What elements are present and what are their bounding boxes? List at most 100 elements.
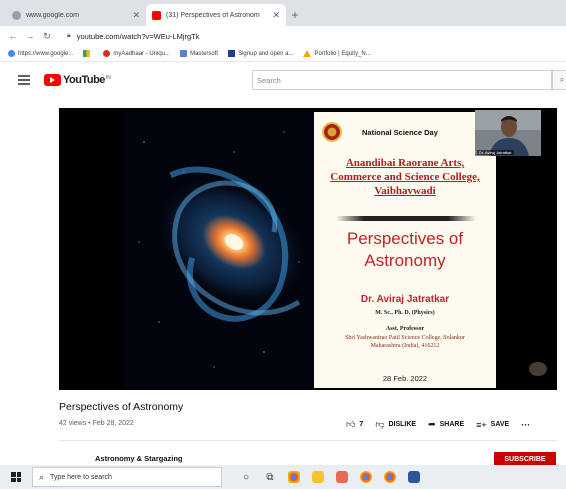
bookmark-apps[interactable] — [83, 50, 93, 57]
speaker-camera-feed: Dr. Aviraj Jatratkar — [475, 110, 541, 156]
college-emblem-icon — [322, 122, 342, 142]
search-icon: ⌕ — [39, 471, 45, 482]
tab-title: (31) Perspectives of Astronom — [166, 11, 260, 19]
share-label: SHARE — [439, 421, 465, 428]
galaxy-illustration — [124, 112, 314, 388]
apps-icon — [83, 50, 91, 57]
portfolio-icon — [303, 50, 312, 57]
college-name: Anandibai Raorane Arts, Commerce and Sci… — [314, 156, 496, 198]
word-icon[interactable] — [402, 467, 426, 487]
bookmark-label: Signup and open a... — [238, 50, 294, 57]
video-actions: 👍︎ 7 👎︎ DISLIKE ➦ SHARE ≡+ SAVE ··· — [346, 419, 530, 430]
mastersoft-icon — [180, 50, 188, 57]
windows-taskbar: ⌕ Type here to search ○ ⧉ — [0, 465, 566, 489]
aadhaar-icon — [103, 50, 111, 57]
slide-divider — [336, 216, 476, 221]
bookmark-label: Portfolio | Equity_N... — [314, 50, 371, 57]
taskbar-search-placeholder: Type here to search — [50, 473, 112, 481]
dislike-button[interactable]: 👎︎ DISLIKE — [375, 419, 416, 430]
youtube-wordmark: YouTube — [63, 74, 105, 86]
speaker-name: Dr. Aviraj Jatratkar — [360, 294, 450, 305]
bookmark-label: myAadhaar - Uniqu... — [113, 50, 171, 57]
search-button[interactable]: ⌕ — [552, 70, 566, 90]
camera-label: Dr. Aviraj Jatratkar — [477, 150, 514, 155]
back-icon[interactable]: ← — [6, 31, 20, 41]
address-bar[interactable]: 🔒︎ youtube.com/watch?v=WEu-LMjrgTk — [61, 28, 521, 44]
reload-icon[interactable]: ↻ — [40, 31, 54, 42]
google-icon — [8, 50, 15, 57]
url-text: youtube.com/watch?v=WEu-LMjrgTk — [76, 31, 200, 41]
like-count: 7 — [359, 421, 364, 428]
paint-icon[interactable] — [330, 467, 354, 487]
video-player[interactable]: National Science Day Anandibai Raorane A… — [59, 108, 557, 390]
chrome-app-icon[interactable] — [378, 467, 402, 487]
tab-youtube[interactable]: (31) Perspectives of Astronom ◂) ✕ — [146, 4, 286, 194]
lock-icon: 🔒︎ — [67, 32, 71, 39]
browser-tab-strip: www.google.com ✕ (31) Perspectives of As… — [0, 0, 566, 194]
bookmark-label: Mastersoft — [190, 50, 219, 57]
more-actions-icon[interactable]: ··· — [521, 420, 530, 430]
globe-icon — [12, 10, 21, 20]
like-button[interactable]: 👍︎ 7 — [346, 419, 363, 430]
speaker-qualification: M. Sc., Ph. D. (Physics) — [375, 310, 435, 316]
institute-line: Shri Yashwantrao Patil Science College, … — [345, 335, 465, 341]
close-icon[interactable]: ✕ — [132, 10, 140, 21]
speaker-designation: Asst. Professor — [385, 326, 425, 332]
menu-icon[interactable] — [18, 73, 30, 88]
screen: www.google.com ✕ (31) Perspectives of As… — [0, 0, 566, 489]
topic-line: Astronomy — [364, 251, 446, 270]
youtube-favicon-icon — [152, 10, 161, 20]
share-icon: ➦ — [428, 419, 436, 429]
save-button[interactable]: ≡+ SAVE — [476, 420, 509, 430]
chrome-icon[interactable] — [282, 467, 306, 487]
galaxy-image — [124, 112, 314, 388]
search-input[interactable]: Search — [252, 70, 552, 90]
college-line: Vaibhavwadi — [374, 185, 436, 197]
channel-name[interactable]: Astronomy & Stargazing — [95, 454, 183, 463]
dislike-label: DISLIKE — [388, 421, 417, 428]
forward-icon[interactable]: → — [23, 31, 37, 41]
chrome-profile-icon[interactable] — [354, 467, 378, 487]
institute-line: Maharashtra (India), 416212 — [370, 343, 440, 349]
slide-date: 28 Feb. 2022 — [382, 374, 428, 383]
thumbs-up-icon: 👍︎ — [346, 419, 356, 429]
address-row: ← → ↻ 🔒︎ youtube.com/watch?v=WEu-LMjrgTk — [0, 26, 566, 46]
participant-thumbnail — [529, 362, 547, 376]
windows-logo-icon — [11, 472, 21, 482]
talk-topic: Perspectives of Astronomy — [314, 228, 496, 272]
presentation-slide: National Science Day Anandibai Raorane A… — [314, 112, 496, 388]
college-line: Anandibai Raorane Arts, — [345, 157, 465, 169]
taskbar-search[interactable]: ⌕ Type here to search — [32, 467, 222, 487]
search-icon: ⌕ — [559, 75, 565, 84]
divider — [59, 440, 557, 441]
event-name: National Science Day — [362, 127, 438, 137]
bookmark-aadhaar[interactable]: myAadhaar - Uniqu... — [103, 50, 170, 57]
youtube-play-icon — [44, 74, 61, 86]
thumbs-down-icon: 👎︎ — [375, 419, 385, 429]
bookmark-mastersoft[interactable]: Mastersoft — [180, 50, 218, 57]
video-title: Perspectives of Astronomy — [59, 401, 184, 413]
save-to-playlist-icon: ≡+ — [476, 419, 487, 430]
tab-google[interactable]: www.google.com ✕ — [6, 4, 146, 26]
tab-title: www.google.com — [26, 11, 79, 19]
college-line: Commerce and Science College, — [330, 171, 480, 183]
new-tab-button[interactable]: + — [286, 4, 304, 26]
youtube-logo[interactable]: YouTube IN — [44, 74, 111, 86]
save-label: SAVE — [490, 421, 510, 428]
speaker-institute: Shri Yashwantrao Patil Science College, … — [314, 334, 496, 350]
bookmark-signup[interactable]: Signup and open a... — [228, 50, 293, 57]
task-view-icon[interactable]: ⧉ — [258, 467, 282, 487]
share-button[interactable]: ➦ SHARE — [428, 419, 464, 430]
country-code: IN — [105, 75, 111, 81]
subscribe-button[interactable]: SUBSCRIBE — [494, 452, 556, 466]
file-explorer-icon[interactable] — [306, 467, 330, 487]
bookmark-portfolio[interactable]: Portfolio | Equity_N... — [303, 50, 371, 57]
cortana-icon[interactable]: ○ — [234, 467, 258, 487]
close-icon[interactable]: ✕ — [272, 10, 280, 21]
video-meta: 42 views • Feb 28, 2022 — [59, 420, 134, 427]
search-placeholder: Search — [257, 75, 281, 85]
start-button[interactable] — [0, 472, 32, 482]
bookmark-google[interactable]: https://www.google... — [8, 50, 73, 57]
bookmark-label: https://www.google... — [18, 50, 74, 57]
taskbar-apps: ○ ⧉ — [234, 467, 426, 487]
